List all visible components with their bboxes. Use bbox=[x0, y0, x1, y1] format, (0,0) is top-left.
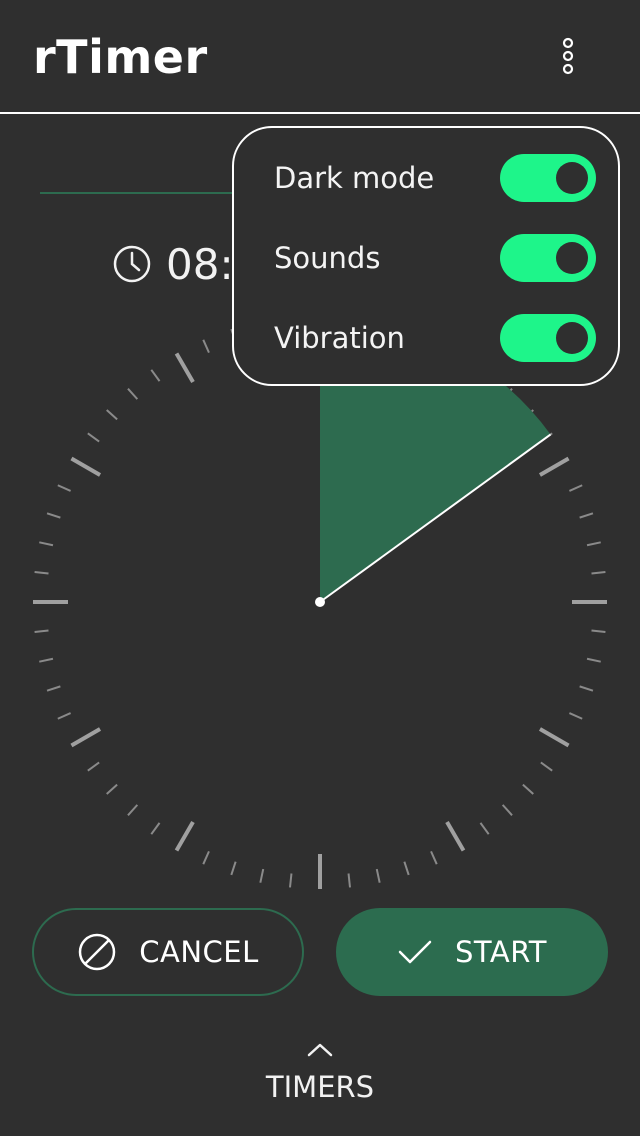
dial-minor-tick bbox=[289, 873, 293, 888]
time-display[interactable]: 08: bbox=[110, 236, 234, 292]
dial-minor-tick bbox=[586, 541, 601, 547]
dial-minor-tick bbox=[568, 712, 583, 720]
menu-item-label: Dark mode bbox=[274, 161, 435, 195]
dial-minor-tick bbox=[87, 761, 100, 772]
dial-minor-tick bbox=[39, 541, 54, 547]
dial-major-tick bbox=[445, 820, 466, 852]
dial-minor-tick bbox=[127, 804, 139, 816]
cancel-label: CANCEL bbox=[139, 935, 259, 969]
app-title: rTimer bbox=[33, 30, 208, 84]
dial-minor-tick bbox=[46, 685, 61, 692]
switch-knob bbox=[556, 162, 588, 194]
menu-item-sounds[interactable]: Sounds bbox=[274, 230, 596, 286]
more-vertical-icon bbox=[562, 37, 574, 75]
dial-major-tick bbox=[174, 820, 195, 852]
dial-minor-tick bbox=[591, 571, 606, 575]
sounds-switch[interactable] bbox=[500, 234, 596, 282]
timers-label: TIMERS bbox=[265, 1070, 375, 1104]
check-icon bbox=[398, 940, 432, 964]
start-label: START bbox=[455, 935, 547, 969]
switch-knob bbox=[556, 242, 588, 274]
dial-minor-tick bbox=[34, 629, 49, 633]
dial-minor-tick bbox=[127, 388, 139, 400]
dial-minor-tick bbox=[150, 822, 161, 835]
dial-major-tick bbox=[70, 727, 102, 748]
start-button[interactable]: START bbox=[336, 908, 608, 996]
dial-minor-tick bbox=[540, 761, 553, 772]
dial-minor-tick bbox=[479, 822, 490, 835]
dial-minor-tick bbox=[522, 783, 534, 795]
dial-major-tick bbox=[174, 352, 195, 384]
chevron-up-icon bbox=[307, 1043, 333, 1057]
dial-minor-tick bbox=[34, 571, 49, 575]
switch-knob bbox=[556, 322, 588, 354]
dial-minor-tick bbox=[586, 657, 601, 663]
app-bar: rTimer bbox=[0, 0, 640, 114]
clock-icon bbox=[113, 245, 151, 283]
menu-item-label: Sounds bbox=[274, 241, 381, 275]
settings-popup-menu: Dark mode Sounds Vibration bbox=[232, 126, 620, 386]
time-value: 08: bbox=[166, 239, 234, 289]
dial-minor-tick bbox=[579, 512, 594, 519]
dial-minor-tick bbox=[230, 861, 237, 876]
dial-minor-tick bbox=[501, 804, 513, 816]
dial-minor-tick bbox=[106, 409, 118, 421]
dial-minor-tick bbox=[150, 369, 161, 382]
dial-minor-tick bbox=[202, 339, 210, 354]
dial-minor-tick bbox=[57, 712, 72, 720]
dial-minor-tick bbox=[568, 484, 583, 492]
dial-minor-tick bbox=[403, 861, 410, 876]
vibration-switch[interactable] bbox=[500, 314, 596, 362]
dial-minor-tick bbox=[39, 657, 54, 663]
dial-minor-tick bbox=[430, 850, 438, 865]
dial-minor-tick bbox=[57, 484, 72, 492]
menu-item-vibration[interactable]: Vibration bbox=[274, 310, 596, 366]
overflow-menu-button[interactable] bbox=[548, 30, 588, 82]
dial-minor-tick bbox=[591, 629, 606, 633]
dial-minor-tick bbox=[106, 783, 118, 795]
dial-minor-tick bbox=[579, 685, 594, 692]
menu-item-label: Vibration bbox=[274, 321, 405, 355]
cancel-icon bbox=[78, 933, 116, 971]
menu-item-dark-mode[interactable]: Dark mode bbox=[274, 150, 596, 206]
dial-minor-tick bbox=[259, 868, 265, 883]
dial-minor-tick bbox=[375, 868, 381, 883]
dark-mode-switch[interactable] bbox=[500, 154, 596, 202]
dial-minor-tick bbox=[347, 873, 351, 888]
dial-minor-tick bbox=[87, 432, 100, 443]
dial-minor-tick bbox=[46, 512, 61, 519]
dial-major-tick bbox=[538, 456, 570, 477]
dial-major-tick bbox=[538, 727, 570, 748]
timers-drawer-toggle[interactable]: TIMERS bbox=[240, 1040, 400, 1120]
dial-center-dot bbox=[315, 597, 325, 607]
dial-minor-tick bbox=[202, 850, 210, 865]
cancel-button[interactable]: CANCEL bbox=[32, 908, 304, 996]
dial-major-tick bbox=[70, 456, 102, 477]
